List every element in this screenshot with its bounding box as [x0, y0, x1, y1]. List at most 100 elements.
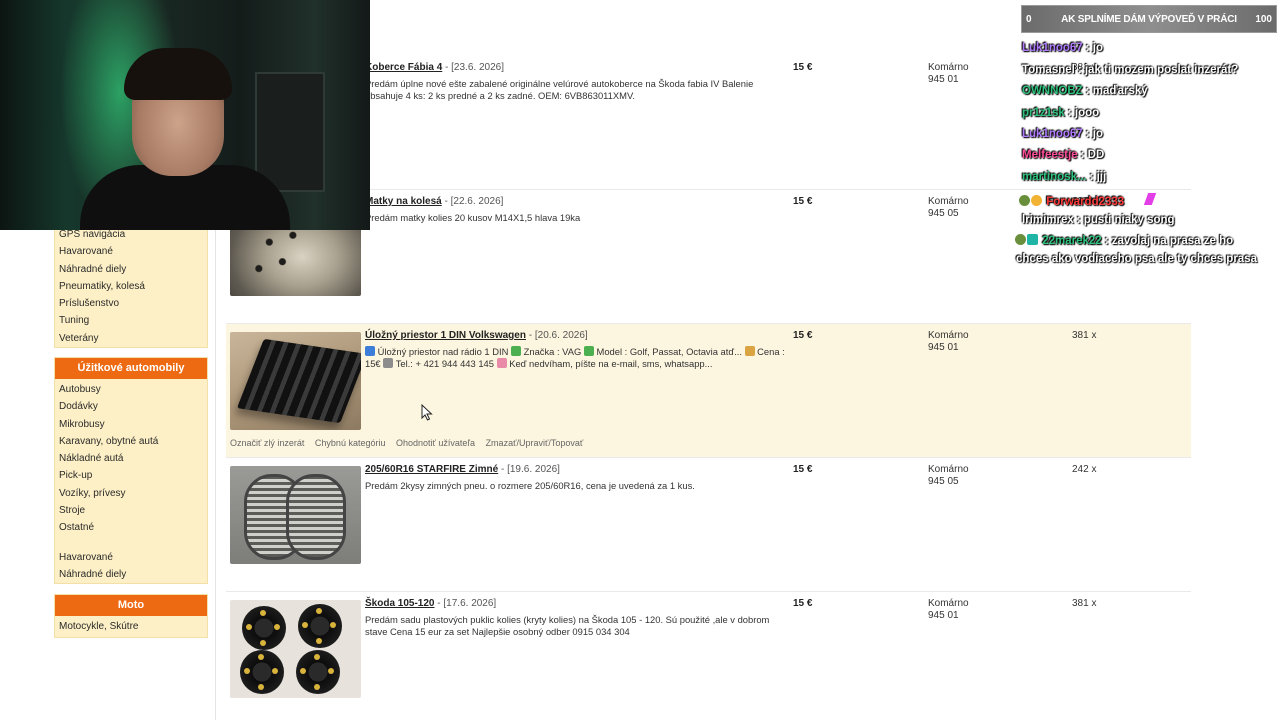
sidebar-item-autobusy[interactable]: Autobusy	[55, 381, 207, 398]
chat-text: : jo	[1085, 42, 1103, 54]
chat-username: Luk1noo67	[1022, 128, 1083, 140]
listing-row: Koberce Fábia 4 - [23.6. 2026] Predám úp…	[226, 56, 1191, 190]
chat-text: : maďarský	[1085, 85, 1148, 97]
chat-message: Luk1noo67: jo	[1022, 128, 1103, 140]
listing-postal-code: 945 05	[928, 476, 959, 487]
chat-badge-emoji-icon	[1031, 195, 1042, 206]
sidebar-item-pneumatiky[interactable]: Pneumatiky, kolesá	[55, 278, 207, 295]
chat-text: : zavolaj na prasa ze ho	[1104, 235, 1234, 247]
check-mark-emoji-icon	[583, 346, 594, 356]
rate-user-link[interactable]: Ohodnotiť užívateľa	[396, 438, 475, 448]
listing-location: Komárno 945 05	[928, 464, 969, 488]
webcam-background-furniture	[255, 72, 325, 192]
sidebar-item-prislusenstvo[interactable]: Príslušenstvo	[55, 295, 207, 312]
listing-price: 15 €	[793, 598, 813, 609]
sidebar-item-voziky[interactable]: Vozíky, prívesy	[55, 485, 207, 502]
chat-message: 22marek22: zavolaj na prasa ze ho	[1015, 234, 1233, 247]
sidebar-item-havarovane-utility[interactable]: Havarované	[55, 549, 207, 566]
desc-part: Tel.: + 421 944 443 145	[395, 358, 494, 369]
listing-views: 242 x	[1072, 464, 1097, 475]
desc-part: Značka : VAG	[523, 346, 582, 357]
listing-title-line: Matky na kolesá - [22.6. 2026]	[365, 196, 503, 207]
listing-postal-code: 945 01	[928, 342, 959, 353]
telephone-emoji-icon	[383, 358, 394, 368]
listing-date: - [17.6. 2026]	[437, 598, 497, 609]
listing-description: Predám úplne nové ešte zabalené originál…	[365, 78, 754, 101]
chat-sub-badge-icon	[1027, 234, 1038, 245]
money-bag-emoji-icon	[744, 346, 755, 356]
listing-city: Komárno	[928, 598, 969, 609]
chat-username: OWNNOBZ	[1022, 85, 1083, 97]
listing-description: Úložný priestor nad rádio 1 DIN Značka :…	[365, 346, 785, 370]
listing-postal-code: 945 05	[928, 208, 959, 219]
chat-username: Melfeestje	[1022, 149, 1078, 161]
listing-date: - [19.6. 2026]	[500, 464, 560, 475]
sidebar-item-motocykle[interactable]: Motocykle, Skútre	[55, 618, 207, 635]
sidebar-item-dodavky[interactable]: Dodávky	[55, 398, 207, 415]
listing-location: Komárno 945 01	[928, 330, 969, 354]
desc-part: Úložný priestor nad rádio 1 DIN	[377, 346, 509, 357]
listing-date-value: [17.6. 2026]	[443, 598, 497, 609]
chat-text: : jjj	[1089, 171, 1107, 183]
listing-thumbnail-tires[interactable]	[230, 466, 361, 564]
donation-goal-bar: 0 AK SPLNÍME DÁM VÝPOVEĎ V PRÁCI 100	[1021, 5, 1277, 33]
listing-date-value: [20.6. 2026]	[534, 330, 588, 341]
sidebar-item-nahradne-diely-utility[interactable]: Náhradné diely	[55, 566, 207, 583]
listing-date: - [20.6. 2026]	[528, 330, 588, 341]
sidebar-heading-utility[interactable]: Úžitkové automobily	[55, 358, 207, 379]
listing-views: 381 x	[1072, 330, 1097, 341]
listing-title-link[interactable]: Úložný priestor 1 DIN Volkswagen	[365, 330, 526, 341]
chat-message: martinosk...: jjj	[1022, 171, 1106, 183]
listing-postal-code: 945 01	[928, 610, 959, 621]
desc-part: Model : Golf, Passat, Octavia atď...	[596, 346, 742, 357]
desc-part: Keď nedvíham, píšte na e-mail, sms, what…	[509, 358, 713, 369]
chat-message-continuation: chces ako vodiaceho psa ale ty chces pra…	[1016, 253, 1257, 265]
sidebar-item-nahradne-diely[interactable]: Náhradné diely	[55, 261, 207, 278]
chat-text: : pusti niaky song	[1076, 214, 1175, 226]
chat-badge-icon	[1019, 195, 1030, 206]
edit-listing-link[interactable]: Zmazať/Upraviť/Topovať	[486, 438, 584, 448]
webcam-streamer-hair	[124, 48, 232, 100]
sidebar-item-ostatne[interactable]: Ostatné	[55, 519, 207, 536]
sidebar-item-tuning[interactable]: Tuning	[55, 312, 207, 329]
sidebar-item-nakladne-auta[interactable]: Nákladné autá	[55, 450, 207, 467]
chat-username: Forwardd2333	[1046, 196, 1125, 208]
hubcap-shape	[240, 650, 284, 694]
sidebar-item-stroje[interactable]: Stroje	[55, 502, 207, 519]
listing-city: Komárno	[928, 62, 969, 73]
envelope-emoji-icon	[496, 358, 507, 368]
listing-title-line: 205/60R16 STARFIRE Zimné - [19.6. 2026]	[365, 464, 560, 475]
sidebar-item-havarovane[interactable]: Havarované	[55, 243, 207, 260]
listing-date-value: [19.6. 2026]	[507, 464, 560, 475]
listing-location: Komárno 945 01	[928, 598, 969, 622]
listing-thumbnail-hubcaps[interactable]	[230, 600, 361, 698]
listing-title-line: Úložný priestor 1 DIN Volkswagen - [20.6…	[365, 330, 588, 341]
listing-description: Predám sadu plastových puklic kolies (kr…	[365, 614, 770, 637]
listing-thumbnail-storage-box[interactable]	[230, 332, 361, 430]
listing-title-link[interactable]: 205/60R16 STARFIRE Zimné	[365, 464, 498, 475]
listing-title-link[interactable]: Koberce Fábia 4	[365, 62, 442, 73]
listing-city: Komárno	[928, 330, 969, 341]
sidebar-item-veterany[interactable]: Veterány	[55, 330, 207, 347]
listing-price: 15 €	[793, 196, 813, 207]
sidebar-item-karavany[interactable]: Karavany, obytné autá	[55, 433, 207, 450]
listing-title-line: Koberce Fábia 4 - [23.6. 2026]	[365, 62, 504, 73]
play-button-emoji-icon	[365, 346, 375, 356]
sidebar-category-moto: Moto Motocykle, Skútre	[54, 594, 208, 639]
sidebar-heading-moto[interactable]: Moto	[55, 595, 207, 616]
listing-postal-code: 945 01	[928, 74, 959, 85]
wrong-category-link[interactable]: Chybnú kategóriu	[315, 438, 386, 448]
listing-title-link[interactable]: Škoda 105-120	[365, 598, 435, 609]
chat-message: Luk1noo67: jo	[1022, 42, 1103, 54]
listing-date: - [22.6. 2026]	[444, 196, 504, 207]
sidebar-item-pick-up[interactable]: Pick-up	[55, 467, 207, 484]
sidebar-item-mikrobusy[interactable]: Mikrobusy	[55, 416, 207, 433]
listing-title-link[interactable]: Matky na kolesá	[365, 196, 442, 207]
report-listing-link[interactable]: Označiť zlý inzerát	[230, 438, 304, 448]
listing-row-highlighted: Úložný priestor 1 DIN Volkswagen - [20.6…	[226, 324, 1191, 458]
listing-location: Komárno 945 01	[928, 62, 969, 86]
storage-box-shape	[236, 338, 361, 424]
listing-description: Predám 2kysy zimných pneu. o rozmere 205…	[365, 480, 695, 491]
goal-title: AK SPLNÍME DÁM VÝPOVEĎ V PRÁCI	[1061, 14, 1237, 25]
